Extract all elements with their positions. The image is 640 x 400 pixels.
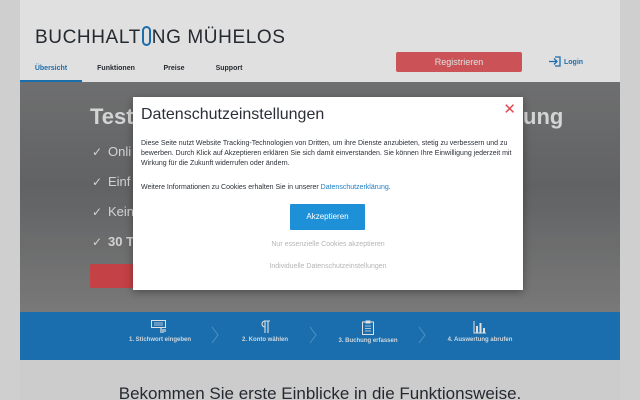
dialog-info: Weitere Informationen zu Cookies erhalte… <box>141 183 517 193</box>
dialog-title: Datenschutzeinstellungen <box>141 106 325 123</box>
essential-cookies-button[interactable]: Nur essenzielle Cookies akzeptieren <box>133 241 523 248</box>
close-icon[interactable]: ✕ <box>503 102 516 117</box>
individual-settings-button[interactable]: Individuelle Datenschutzeinstellungen <box>133 263 523 270</box>
dialog-info-end: . <box>388 184 391 191</box>
privacy-policy-link[interactable]: Datenschutzerklärung <box>321 184 389 191</box>
accept-button[interactable]: Akzeptieren <box>290 204 365 230</box>
dialog-description: Diese Seite nutzt Website Tracking-Techn… <box>141 140 512 167</box>
privacy-settings-dialog: Datenschutzeinstellungen ✕ Diese Seite n… <box>133 97 523 290</box>
dialog-info-text: Weitere Informationen zu Cookies erhalte… <box>141 184 321 191</box>
